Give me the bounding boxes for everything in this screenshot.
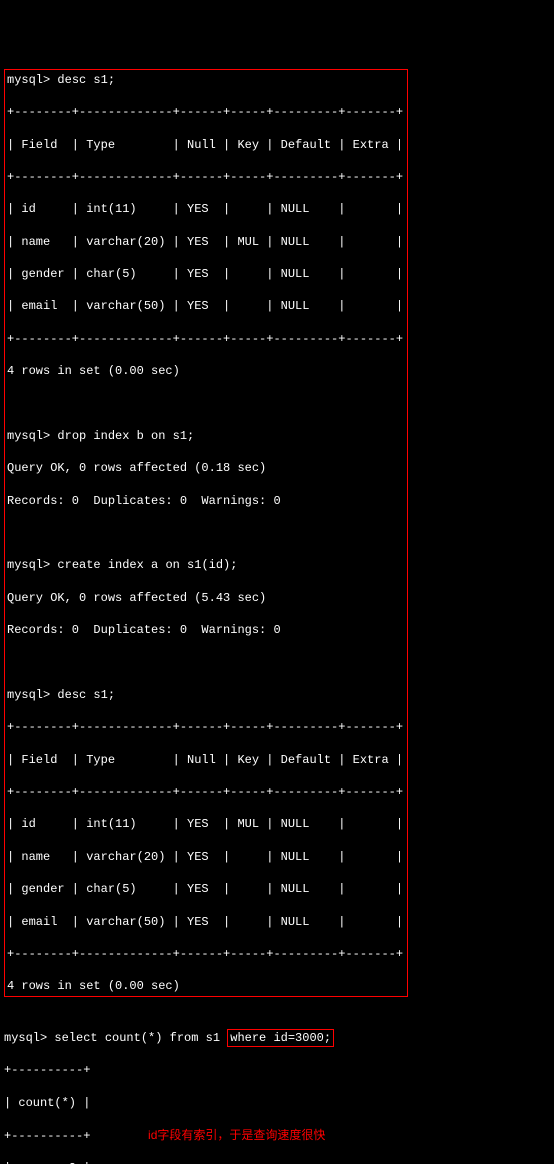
where-clause-1: where id=3000;: [227, 1029, 334, 1047]
prompt: mysql>: [7, 73, 50, 87]
prompt: mysql>: [4, 1031, 47, 1045]
blank-line: [7, 396, 403, 412]
records-line: Records: 0 Duplicates: 0 Warnings: 0: [7, 622, 403, 638]
tbl2-border: +--------+-------------+------+-----+---…: [7, 946, 403, 962]
tbl2-header: | Field | Type | Null | Key | Default | …: [7, 752, 403, 768]
prompt: mysql>: [7, 688, 50, 702]
prompt-line: mysql> desc s1;: [7, 687, 403, 703]
count-value: | 2 |: [4, 1160, 550, 1164]
tbl2-row: | email | varchar(50) | YES | | NULL | |: [7, 914, 403, 930]
main-highlight-block: mysql> desc s1; +--------+-------------+…: [4, 69, 408, 998]
prompt-line: mysql> desc s1;: [7, 72, 403, 88]
prompt: mysql>: [7, 558, 50, 572]
tbl1-border: +--------+-------------+------+-----+---…: [7, 331, 403, 347]
blank-line: [4, 997, 550, 1013]
tbl1-border: +--------+-------------+------+-----+---…: [7, 169, 403, 185]
cmd-create: create index a on s1(id);: [57, 558, 237, 572]
count-header: | count(*) |: [4, 1095, 550, 1111]
count-sep-text: +----------+: [4, 1129, 90, 1143]
prompt-line: mysql> create index a on s1(id);: [7, 557, 403, 573]
cmd-desc1: desc s1;: [57, 73, 115, 87]
tbl1-row: | gender | char(5) | YES | | NULL | |: [7, 266, 403, 282]
prompt-line: mysql> drop index b on s1;: [7, 428, 403, 444]
tbl1-row: | id | int(11) | YES | | NULL | |: [7, 201, 403, 217]
tbl1-row: | name | varchar(20) | YES | MUL | NULL …: [7, 234, 403, 250]
rows-in-set: 4 rows in set (0.00 sec): [7, 363, 403, 379]
cmd-desc2: desc s1;: [57, 688, 115, 702]
query-ok: Query OK, 0 rows affected (5.43 sec): [7, 590, 403, 606]
cmd-select1-a: select count(*) from s1: [54, 1031, 227, 1045]
query-ok: Query OK, 0 rows affected (0.18 sec): [7, 460, 403, 476]
count-sep: +----------+ id字段有索引，于是查询速度很快: [4, 1127, 550, 1144]
blank-line: [7, 525, 403, 541]
cmd-drop: drop index b on s1;: [57, 429, 194, 443]
rows-in-set: 4 rows in set (0.00 sec): [7, 978, 403, 994]
blank-line: [7, 655, 403, 671]
records-line: Records: 0 Duplicates: 0 Warnings: 0: [7, 493, 403, 509]
tbl2-border: +--------+-------------+------+-----+---…: [7, 784, 403, 800]
prompt-line: mysql> select count(*) from s1 where id=…: [4, 1030, 550, 1046]
tbl1-header: | Field | Type | Null | Key | Default | …: [7, 137, 403, 153]
annotation-1: id字段有索引，于是查询速度很快: [148, 1127, 325, 1143]
count-sep: +----------+: [4, 1062, 550, 1078]
tbl1-border: +--------+-------------+------+-----+---…: [7, 104, 403, 120]
tbl2-border: +--------+-------------+------+-----+---…: [7, 719, 403, 735]
tbl2-row: | gender | char(5) | YES | | NULL | |: [7, 881, 403, 897]
tbl2-row: | id | int(11) | YES | MUL | NULL | |: [7, 816, 403, 832]
tbl2-row: | name | varchar(20) | YES | | NULL | |: [7, 849, 403, 865]
prompt: mysql>: [7, 429, 50, 443]
tbl1-row: | email | varchar(50) | YES | | NULL | |: [7, 298, 403, 314]
